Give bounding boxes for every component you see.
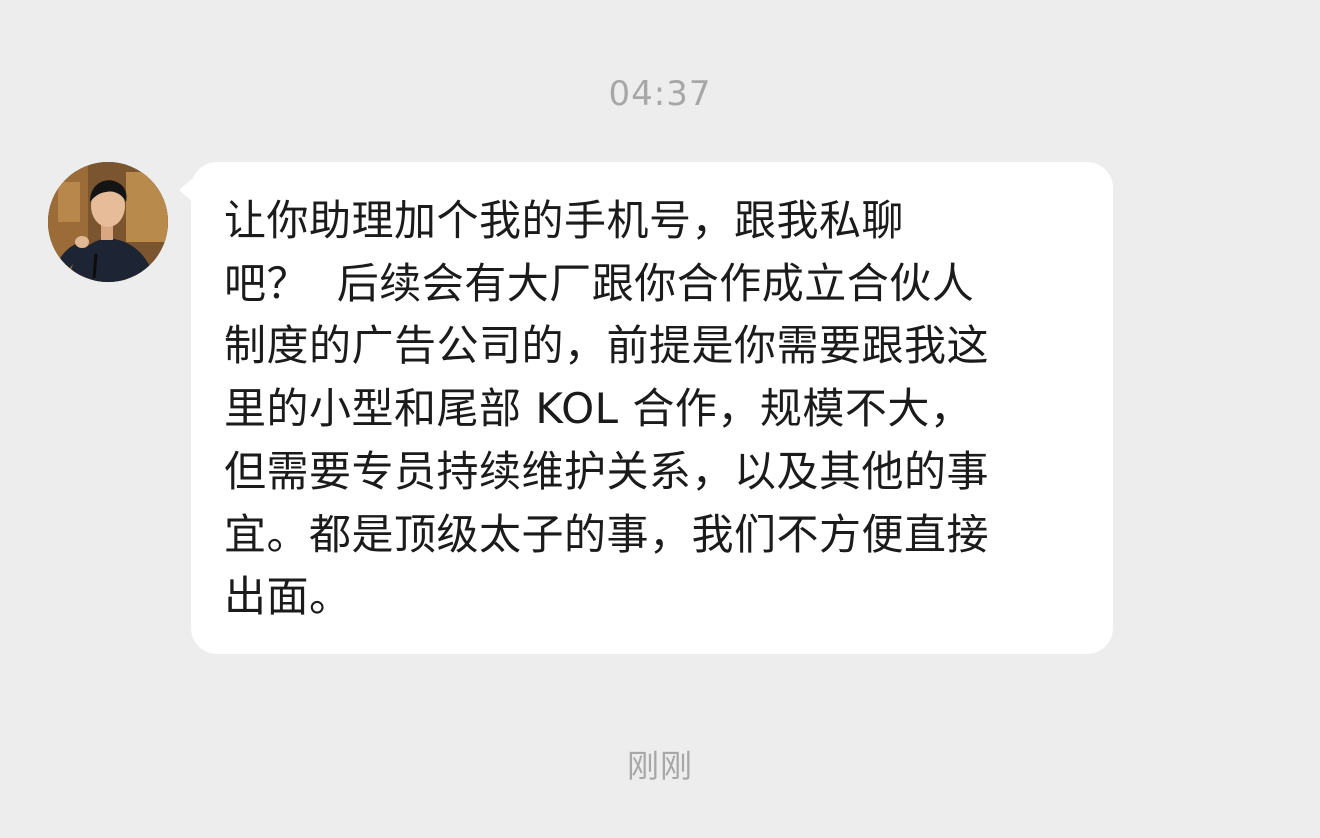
- message-text-line: 但需要专员持续维护关系，以及其他的事: [224, 446, 990, 496]
- message-text-line: 吧？ 后续会有大厂跟你合作成立合伙人: [224, 258, 975, 308]
- message-text-line: 出面。: [224, 572, 352, 622]
- message-status-timestamp: 刚刚: [626, 747, 693, 785]
- message-text-line: 宜。都是顶级太子的事，我们不方便直接: [224, 509, 990, 559]
- message-text-line: 制度的广告公司的，前提是你需要跟我这: [224, 321, 990, 371]
- message-text-line: 让你助理加个我的手机号，跟我私聊: [224, 196, 905, 245]
- message-text-line: 里的小型和尾部 KOL 合作，规模不大，: [224, 384, 973, 434]
- sender-avatar[interactable]: [48, 162, 168, 282]
- avatar-image: [48, 162, 168, 282]
- message-bubble[interactable]: 让你助理加个我的手机号，跟我私聊 吧？ 后续会有大厂跟你合作成立合伙人 制度的广…: [191, 162, 1113, 654]
- message-timestamp: 04:37: [608, 74, 712, 114]
